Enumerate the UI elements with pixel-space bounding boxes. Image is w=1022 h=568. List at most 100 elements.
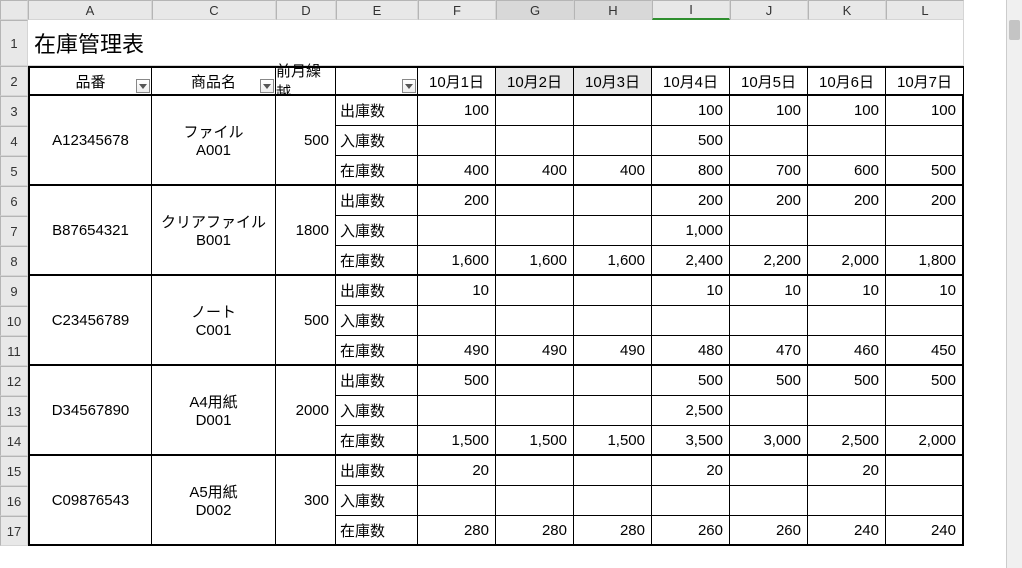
data-cell[interactable] bbox=[496, 216, 574, 246]
data-cell[interactable] bbox=[574, 306, 652, 336]
data-cell[interactable]: 400 bbox=[496, 156, 574, 186]
data-cell[interactable]: 10 bbox=[418, 276, 496, 306]
row-header-7[interactable]: 7 bbox=[0, 216, 28, 246]
data-cell[interactable]: 500 bbox=[886, 366, 964, 396]
data-cell[interactable]: 240 bbox=[808, 516, 886, 546]
row-header-17[interactable]: 17 bbox=[0, 516, 28, 546]
data-cell[interactable] bbox=[808, 486, 886, 516]
data-cell[interactable] bbox=[496, 126, 574, 156]
data-cell[interactable]: 400 bbox=[418, 156, 496, 186]
column-header-H[interactable]: H bbox=[574, 0, 652, 20]
column-header-C[interactable]: C bbox=[152, 0, 276, 20]
data-cell[interactable]: 100 bbox=[418, 96, 496, 126]
column-header-F[interactable]: F bbox=[418, 0, 496, 20]
column-header-L[interactable]: L bbox=[886, 0, 964, 20]
column-header-D[interactable]: D bbox=[276, 0, 336, 20]
data-cell[interactable] bbox=[886, 216, 964, 246]
data-cell[interactable]: 490 bbox=[574, 336, 652, 366]
data-cell[interactable]: 240 bbox=[886, 516, 964, 546]
data-cell[interactable]: 200 bbox=[730, 186, 808, 216]
data-cell[interactable]: 1,500 bbox=[496, 426, 574, 456]
data-cell[interactable]: 100 bbox=[652, 96, 730, 126]
data-cell[interactable] bbox=[574, 456, 652, 486]
data-cell[interactable] bbox=[808, 126, 886, 156]
data-cell[interactable] bbox=[496, 366, 574, 396]
data-cell[interactable] bbox=[730, 306, 808, 336]
data-cell[interactable] bbox=[418, 306, 496, 336]
data-cell[interactable]: 600 bbox=[808, 156, 886, 186]
data-cell[interactable]: 500 bbox=[730, 366, 808, 396]
data-cell[interactable]: 2,500 bbox=[808, 426, 886, 456]
data-cell[interactable] bbox=[808, 216, 886, 246]
data-cell[interactable]: 280 bbox=[496, 516, 574, 546]
data-cell[interactable] bbox=[574, 396, 652, 426]
data-cell[interactable]: 10 bbox=[730, 276, 808, 306]
data-cell[interactable] bbox=[496, 396, 574, 426]
select-all-corner[interactable] bbox=[0, 0, 28, 20]
data-cell[interactable]: 100 bbox=[808, 96, 886, 126]
row-header-5[interactable]: 5 bbox=[0, 156, 28, 186]
data-cell[interactable] bbox=[496, 486, 574, 516]
data-cell[interactable] bbox=[574, 126, 652, 156]
column-header-I[interactable]: I bbox=[652, 0, 730, 20]
row-header-16[interactable]: 16 bbox=[0, 486, 28, 516]
data-cell[interactable] bbox=[418, 216, 496, 246]
data-cell[interactable]: 260 bbox=[652, 516, 730, 546]
data-cell[interactable] bbox=[496, 96, 574, 126]
data-cell[interactable]: 260 bbox=[730, 516, 808, 546]
table-header[interactable]: 商品名 bbox=[152, 66, 276, 96]
row-header-10[interactable]: 10 bbox=[0, 306, 28, 336]
table-header[interactable]: 品番 bbox=[28, 66, 152, 96]
row-header-11[interactable]: 11 bbox=[0, 336, 28, 366]
data-cell[interactable]: 2,500 bbox=[652, 396, 730, 426]
column-header-J[interactable]: J bbox=[730, 0, 808, 20]
column-header-K[interactable]: K bbox=[808, 0, 886, 20]
row-header-6[interactable]: 6 bbox=[0, 186, 28, 216]
data-cell[interactable]: 490 bbox=[418, 336, 496, 366]
data-cell[interactable]: 490 bbox=[496, 336, 574, 366]
row-header-8[interactable]: 8 bbox=[0, 246, 28, 276]
vertical-scrollbar[interactable] bbox=[1006, 0, 1022, 568]
data-cell[interactable]: 800 bbox=[652, 156, 730, 186]
row-header-15[interactable]: 15 bbox=[0, 456, 28, 486]
data-cell[interactable] bbox=[418, 486, 496, 516]
filter-icon[interactable] bbox=[136, 79, 150, 93]
data-cell[interactable]: 1,500 bbox=[574, 426, 652, 456]
data-cell[interactable]: 280 bbox=[418, 516, 496, 546]
data-cell[interactable] bbox=[886, 486, 964, 516]
row-header-1[interactable]: 1 bbox=[0, 20, 28, 66]
row-header-4[interactable]: 4 bbox=[0, 126, 28, 156]
data-cell[interactable]: 10 bbox=[886, 276, 964, 306]
data-cell[interactable] bbox=[574, 276, 652, 306]
data-cell[interactable]: 450 bbox=[886, 336, 964, 366]
data-cell[interactable] bbox=[808, 306, 886, 336]
data-cell[interactable] bbox=[574, 186, 652, 216]
row-header-9[interactable]: 9 bbox=[0, 276, 28, 306]
data-cell[interactable] bbox=[886, 456, 964, 486]
filter-icon[interactable] bbox=[402, 79, 416, 93]
data-cell[interactable]: 3,500 bbox=[652, 426, 730, 456]
row-header-3[interactable]: 3 bbox=[0, 96, 28, 126]
data-cell[interactable]: 200 bbox=[652, 186, 730, 216]
data-cell[interactable]: 2,400 bbox=[652, 246, 730, 276]
data-cell[interactable] bbox=[496, 306, 574, 336]
data-cell[interactable] bbox=[730, 216, 808, 246]
data-cell[interactable]: 500 bbox=[808, 366, 886, 396]
data-cell[interactable]: 2,200 bbox=[730, 246, 808, 276]
data-cell[interactable] bbox=[730, 126, 808, 156]
column-header-A[interactable]: A bbox=[28, 0, 152, 20]
data-cell[interactable] bbox=[418, 126, 496, 156]
filter-icon[interactable] bbox=[260, 79, 274, 93]
data-cell[interactable] bbox=[886, 126, 964, 156]
data-cell[interactable]: 1,500 bbox=[418, 426, 496, 456]
data-cell[interactable]: 20 bbox=[652, 456, 730, 486]
scroll-thumb[interactable] bbox=[1009, 20, 1020, 40]
data-cell[interactable] bbox=[886, 396, 964, 426]
data-cell[interactable] bbox=[574, 96, 652, 126]
data-cell[interactable] bbox=[574, 486, 652, 516]
data-cell[interactable]: 20 bbox=[418, 456, 496, 486]
data-cell[interactable]: 500 bbox=[886, 156, 964, 186]
data-cell[interactable]: 200 bbox=[808, 186, 886, 216]
table-header[interactable] bbox=[336, 66, 418, 96]
data-cell[interactable]: 10 bbox=[652, 276, 730, 306]
